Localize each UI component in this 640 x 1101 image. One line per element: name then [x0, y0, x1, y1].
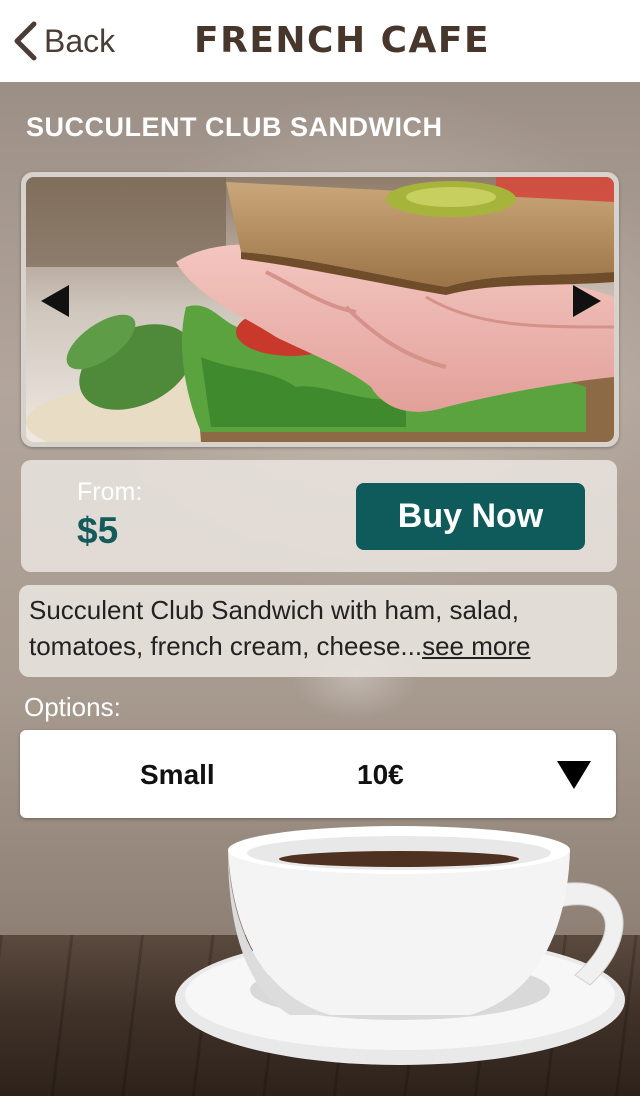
from-label: From:	[77, 478, 143, 506]
chevron-left-icon	[12, 21, 38, 61]
triangle-down-icon	[557, 761, 591, 789]
price-value: $5	[77, 510, 119, 551]
options-dropdown[interactable]: Small 10€	[20, 730, 616, 818]
buy-now-button[interactable]: Buy Now	[356, 483, 585, 550]
option-size: Small	[140, 759, 215, 790]
app-title: FRENCH CAFE	[194, 20, 491, 61]
description-card: Succulent Club Sandwich with ham, salad,…	[19, 585, 617, 677]
product-title: SUCCULENT CLUB SANDWICH	[26, 112, 443, 142]
back-label: Back	[44, 22, 116, 59]
triangle-left-icon[interactable]	[41, 285, 69, 317]
sandwich-photo[interactable]	[26, 177, 614, 442]
option-price: 10€	[357, 759, 404, 790]
triangle-right-icon[interactable]	[573, 285, 601, 317]
back-button[interactable]: Back	[12, 18, 115, 64]
options-label: Options:	[24, 692, 121, 722]
product-image-gallery	[21, 172, 619, 447]
see-more-link[interactable]: see more	[422, 631, 530, 661]
top-bar: Back FRENCH CAFE	[0, 0, 640, 82]
coffee-cup-image	[170, 815, 640, 1101]
price-card: From: $5 Buy Now	[21, 460, 617, 572]
description-text: Succulent Club Sandwich with ham, salad,…	[29, 592, 609, 664]
